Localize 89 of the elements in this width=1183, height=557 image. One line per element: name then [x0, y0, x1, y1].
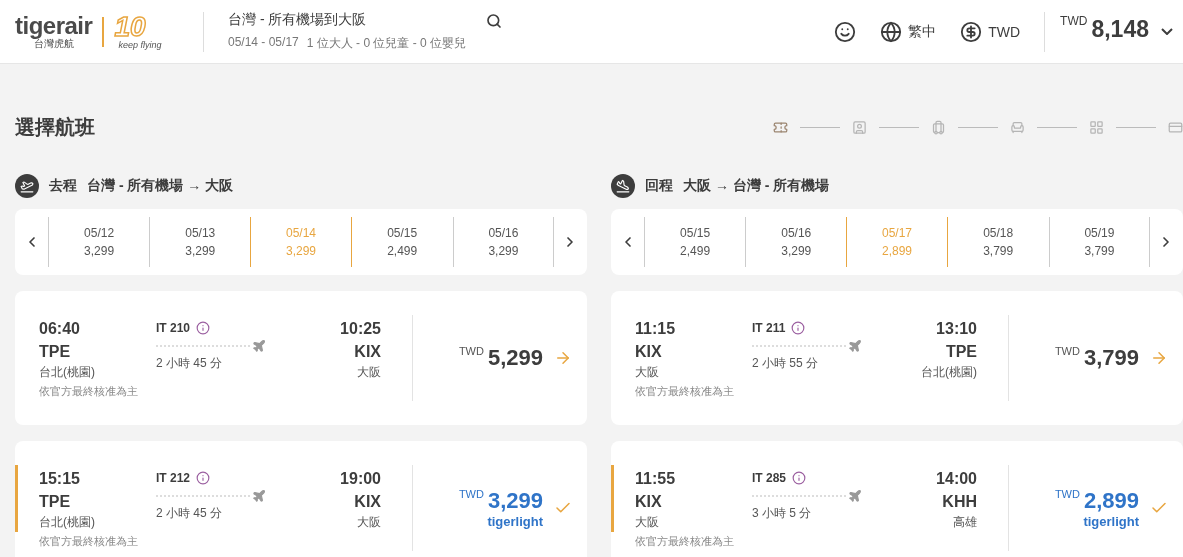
page-title: 選擇航班 [15, 115, 95, 140]
selection-bar [15, 465, 18, 532]
date-option[interactable]: 05/16 3,299 [452, 217, 554, 267]
date-option[interactable]: 05/15 2,499 [644, 217, 746, 267]
arrival-city: 高雄 [953, 513, 977, 530]
departure-time: 06:40 [39, 318, 80, 339]
leg-route: 大阪 → 台灣 - 所有機場 [683, 177, 830, 195]
search-icon [486, 12, 502, 29]
flight-duration: 2 小時 45 分 [156, 354, 224, 372]
price-currency: TWD [1054, 487, 1080, 500]
smiley-icon [834, 20, 857, 43]
date-option[interactable]: 05/18 3,799 [947, 217, 1049, 267]
language-button[interactable]: 繁中 [880, 20, 937, 43]
departure-time: 15:15 [39, 468, 80, 489]
fare-price: 2,899 [1083, 487, 1139, 514]
date-option[interactable]: 05/15 2,499 [351, 217, 453, 267]
departure-code: KIX [635, 341, 662, 362]
plane-icon [611, 174, 635, 198]
departure-time: 11:15 [635, 318, 676, 339]
currency-button[interactable]: TWD [960, 20, 1021, 43]
fare-type: tigerlight [487, 513, 543, 529]
plane-icon [252, 338, 266, 353]
fare-note: 依官方最終核准為主 [635, 533, 735, 549]
plane-icon [848, 488, 862, 503]
logo-subtitle: 台灣虎航 [33, 39, 74, 49]
price-currency: TWD [458, 487, 484, 500]
info-icon [196, 320, 211, 335]
search-passengers: 1 位大人 - 0 位兒童 - 0 位嬰兒 [306, 35, 467, 52]
date-option[interactable]: 05/19 3,799 [1048, 217, 1150, 267]
anniversary-number: 10 [114, 13, 146, 41]
arrival-time: 19:00 [340, 468, 381, 489]
flight-number[interactable]: IT 210 [156, 320, 266, 335]
leg-route: 台灣 - 所有機場 → 大阪 [87, 177, 234, 195]
arrival-code: KIX [354, 341, 381, 362]
date-option[interactable]: 05/16 3,299 [745, 217, 847, 267]
departure-time: 11:55 [635, 468, 676, 489]
selection-bar [611, 465, 614, 532]
globe-icon [880, 20, 903, 43]
departure-code: KIX [635, 491, 662, 512]
arrival-code: KHH [942, 491, 977, 512]
flight-number[interactable]: IT 285 [752, 470, 862, 485]
account-button[interactable] [834, 20, 857, 43]
search-dates: 05/14 - 05/17 [228, 35, 299, 51]
fare-type: tigerlight [1083, 513, 1139, 529]
date-option[interactable]: 05/13 3,299 [149, 217, 251, 267]
fare-note: 依官方最終核准為主 [39, 533, 139, 549]
fare-price: 5,299 [487, 345, 543, 371]
search-route: 台灣 - 所有機場到大阪 [228, 11, 368, 29]
arrival-time: 13:10 [936, 318, 977, 339]
arrow-right-icon [1150, 349, 1168, 367]
chevron-down-icon [1161, 27, 1173, 35]
flight-duration: 3 小時 5 分 [752, 504, 813, 522]
info-icon [792, 470, 807, 485]
info-icon [791, 320, 806, 335]
departure-code: TPE [39, 491, 71, 512]
price-currency: TWD [1054, 345, 1080, 357]
flight-number[interactable]: IT 212 [156, 470, 266, 485]
arrival-time: 14:00 [936, 468, 977, 489]
flight-duration: 2 小時 55 分 [752, 354, 820, 372]
search-button[interactable] [486, 12, 502, 29]
arrival-code: TPE [945, 341, 977, 362]
dollar-icon [960, 20, 983, 43]
departure-code: TPE [39, 341, 71, 362]
anniversary-tagline: keep flying [118, 41, 162, 50]
fare-note: 依官方最終核准為主 [635, 383, 735, 399]
flight-duration: 2 小時 45 分 [156, 504, 224, 522]
fare-note: 依官方最終核准為主 [39, 383, 139, 399]
info-icon [196, 470, 211, 485]
leg-direction: 去程 [49, 177, 77, 195]
arrival-city: 大阪 [357, 363, 381, 380]
plane-icon [848, 338, 862, 353]
departure-city: 台北(桃園) [39, 363, 95, 380]
logo-wordmark: tigerair [15, 14, 93, 38]
arrival-city: 大阪 [357, 513, 381, 530]
fare-price: 3,799 [1083, 345, 1139, 371]
departure-city: 大阪 [635, 363, 659, 380]
arrow-right-icon [554, 349, 572, 367]
flight-number[interactable]: IT 211 [752, 320, 862, 335]
price-currency: TWD [458, 345, 484, 357]
arrival-code: KIX [354, 491, 381, 512]
fare-price: 3,299 [487, 487, 543, 514]
arrival-city: 台北(桃園) [921, 363, 977, 380]
plane-icon [15, 174, 39, 198]
date-option[interactable]: 05/12 3,299 [48, 217, 150, 267]
departure-city: 大阪 [635, 513, 659, 530]
plane-icon [252, 488, 266, 503]
departure-city: 台北(桃園) [39, 513, 95, 530]
leg-direction: 回程 [645, 177, 673, 195]
arrival-time: 10:25 [340, 318, 381, 339]
